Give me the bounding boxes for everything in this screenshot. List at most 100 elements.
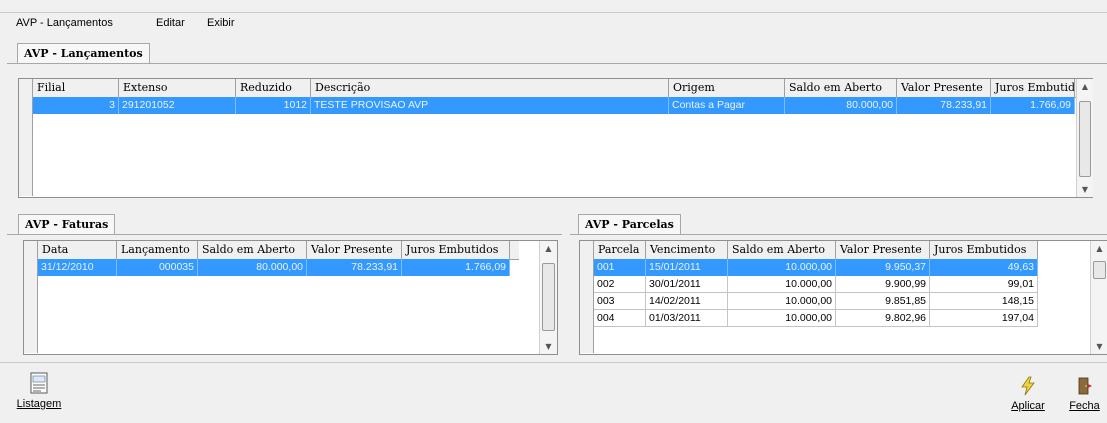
col-parcela[interactable]: Parcela	[594, 241, 646, 259]
cell-valor-presente: 9.802,96	[836, 310, 930, 327]
cell-vencimento: 01/03/2011	[646, 310, 728, 327]
tab-lancamentos[interactable]: AVP - Lançamentos	[17, 43, 150, 64]
scroll-down-icon[interactable]: ▼	[1077, 185, 1093, 194]
cell-saldo-aberto: 80.000,00	[785, 97, 897, 114]
cell-parcela: 003	[594, 293, 646, 310]
cell-parcela: 002	[594, 276, 646, 293]
col-data[interactable]: Data	[38, 241, 117, 259]
cell-juros-embutidos: 197,04	[930, 310, 1038, 327]
parcelas-header: Parcela Vencimento Saldo em Aberto Valor…	[580, 241, 1038, 260]
toolbar-separator	[0, 362, 1107, 363]
row-indicator-header	[580, 241, 594, 259]
faturas-scrollbar[interactable]: ▲ ▼	[539, 241, 557, 354]
listagem-label: Listagem	[16, 398, 62, 410]
tab-underline	[7, 63, 1107, 64]
cell-juros-embutidos: 99,01	[930, 276, 1038, 293]
fechar-button[interactable]: Fecha	[1062, 376, 1107, 418]
table-row[interactable]: 3 291201052 1012 TESTE PROVISAO AVP Cont…	[33, 97, 1075, 114]
menu-editar[interactable]: Editar	[156, 17, 185, 29]
scroll-up-icon[interactable]: ▲	[1077, 82, 1093, 91]
lancamentos-header: Filial Extenso Reduzido Descrição Origem…	[19, 79, 1092, 98]
cell-extenso: 291201052	[119, 97, 236, 114]
cell-descricao: TESTE PROVISAO AVP	[311, 97, 669, 114]
parcelas-scrollbar[interactable]: ▲ ▼	[1090, 241, 1107, 354]
cell-juros-embutidos: 49,63	[930, 259, 1038, 276]
cell-data: 31/12/2010	[38, 259, 117, 276]
cell-valor-presente: 78.233,91	[307, 259, 402, 276]
parcelas-grid[interactable]: Parcela Vencimento Saldo em Aberto Valor…	[579, 240, 1107, 355]
table-row[interactable]: 004 01/03/2011 10.000,00 9.802,96 197,04	[594, 310, 1038, 327]
cell-valor-presente: 9.900,99	[836, 276, 930, 293]
col-origem[interactable]: Origem	[669, 79, 785, 97]
door-exit-icon	[1076, 376, 1094, 396]
cell-vencimento: 15/01/2011	[646, 259, 728, 276]
menu-exibir[interactable]: Exibir	[207, 17, 235, 29]
table-row[interactable]: 001 15/01/2011 10.000,00 9.950,37 49,63	[594, 259, 1038, 276]
tab-faturas[interactable]: AVP - Faturas	[18, 214, 116, 235]
cell-valor-presente: 9.950,37	[836, 259, 930, 276]
row-indicator-column	[19, 97, 33, 196]
window-top-border	[0, 12, 1107, 13]
cell-valor-presente: 78.233,91	[897, 97, 991, 114]
cell-juros-embutidos: 1.766,09	[991, 97, 1075, 114]
report-icon	[28, 372, 50, 394]
tab-underline	[570, 234, 1107, 235]
lancamentos-grid[interactable]: Filial Extenso Reduzido Descrição Origem…	[18, 78, 1093, 198]
scroll-thumb[interactable]	[1079, 101, 1091, 177]
cell-parcela: 001	[594, 259, 646, 276]
table-row[interactable]: 31/12/2010 000035 80.000,00 78.233,91 1.…	[38, 259, 510, 276]
cell-lancamento: 000035	[117, 259, 198, 276]
cell-juros-embutidos: 1.766,09	[402, 259, 510, 276]
aplicar-label: Aplicar	[1011, 400, 1045, 412]
fechar-label: Fecha	[1069, 400, 1100, 412]
col-saldo-aberto[interactable]: Saldo em Aberto	[785, 79, 897, 97]
col-saldo-aberto[interactable]: Saldo em Aberto	[198, 241, 307, 259]
faturas-grid[interactable]: Data Lançamento Saldo em Aberto Valor Pr…	[23, 240, 558, 355]
cell-filial: 3	[33, 97, 119, 114]
aplicar-button[interactable]: Aplicar	[1003, 376, 1053, 418]
menu-bar: AVP - Lançamentos Editar Exibir	[0, 14, 1107, 34]
scroll-up-icon[interactable]: ▲	[1091, 244, 1107, 253]
col-juros-embutidos[interactable]: Juros Embutidos	[402, 241, 510, 259]
table-row[interactable]: 003 14/02/2011 10.000,00 9.851,85 148,15	[594, 293, 1038, 310]
row-indicator-column	[24, 259, 38, 353]
scroll-thumb[interactable]	[542, 263, 555, 331]
cell-saldo-aberto: 10.000,00	[728, 293, 836, 310]
cell-reduzido: 1012	[236, 97, 311, 114]
scroll-down-icon[interactable]: ▼	[540, 342, 557, 351]
tab-parcelas[interactable]: AVP - Parcelas	[578, 214, 681, 235]
cell-juros-embutidos: 148,15	[930, 293, 1038, 310]
col-descricao[interactable]: Descrição	[311, 79, 669, 97]
col-juros-embutidos[interactable]: Juros Embutidos	[930, 241, 1038, 259]
listagem-button[interactable]: Listagem	[14, 372, 64, 418]
scroll-up-icon[interactable]: ▲	[540, 244, 557, 253]
menu-avp-lancamentos[interactable]: AVP - Lançamentos	[16, 17, 113, 29]
col-valor-presente[interactable]: Valor Presente	[307, 241, 402, 259]
faturas-header: Data Lançamento Saldo em Aberto Valor Pr…	[24, 241, 519, 260]
cell-parcela: 004	[594, 310, 646, 327]
table-row[interactable]: 002 30/01/2011 10.000,00 9.900,99 99,01	[594, 276, 1038, 293]
col-valor-presente[interactable]: Valor Presente	[897, 79, 991, 97]
row-indicator-header	[19, 79, 33, 97]
cell-origem: Contas a Pagar	[669, 97, 785, 114]
scroll-thumb[interactable]	[1093, 261, 1106, 279]
tab-underline	[7, 234, 562, 235]
col-vencimento[interactable]: Vencimento	[646, 241, 728, 259]
cell-saldo-aberto: 10.000,00	[728, 310, 836, 327]
col-reduzido[interactable]: Reduzido	[236, 79, 311, 97]
col-lancamento[interactable]: Lançamento	[117, 241, 198, 259]
lightning-icon	[1019, 376, 1037, 396]
col-extenso[interactable]: Extenso	[119, 79, 236, 97]
col-saldo-aberto[interactable]: Saldo em Aberto	[728, 241, 836, 259]
col-filial[interactable]: Filial	[33, 79, 119, 97]
cell-saldo-aberto: 10.000,00	[728, 276, 836, 293]
cell-vencimento: 30/01/2011	[646, 276, 728, 293]
cell-vencimento: 14/02/2011	[646, 293, 728, 310]
cell-saldo-aberto: 80.000,00	[198, 259, 307, 276]
row-indicator-header	[24, 241, 38, 259]
scroll-down-icon[interactable]: ▼	[1091, 342, 1107, 351]
lancamentos-scrollbar[interactable]: ▲ ▼	[1076, 79, 1093, 197]
col-valor-presente[interactable]: Valor Presente	[836, 241, 930, 259]
col-juros-embutidos[interactable]: Juros Embutidos	[991, 79, 1075, 97]
cell-saldo-aberto: 10.000,00	[728, 259, 836, 276]
